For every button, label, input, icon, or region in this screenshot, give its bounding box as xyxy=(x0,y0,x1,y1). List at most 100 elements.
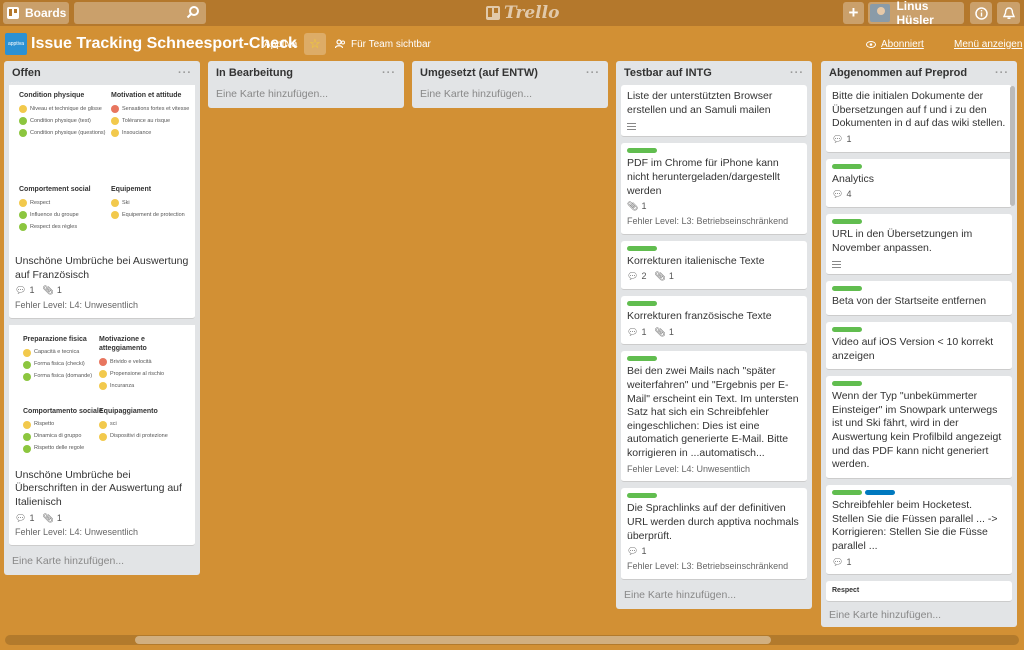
card[interactable]: Korrekturen italienische Texte 💬︎ 2 📎︎ 1 xyxy=(621,240,807,290)
card-title: Korrekturen italienische Texte xyxy=(627,254,765,267)
attachments-badge: 📎︎ 1 xyxy=(654,271,674,282)
card-title: Schreibfehler beim Hocketest. Stellen Si… xyxy=(832,498,998,552)
card-title: Korrekturen französische Texte xyxy=(627,309,772,322)
add-card-link[interactable]: Eine Karte hinzufügen... xyxy=(616,586,812,609)
board-scrollbar[interactable] xyxy=(5,635,1019,645)
board-title[interactable]: Issue Tracking Schneesport-Check xyxy=(31,35,297,53)
comments-badge: 💬︎ 1 xyxy=(832,133,852,144)
card-title: Unschöne Umbrüche bei Überschriften in d… xyxy=(15,468,182,508)
boards-icon xyxy=(7,7,19,19)
card-cover-image: Condition physique Niveau et technique d… xyxy=(9,85,195,251)
card-title: URL in den Übersetzungen im November anp… xyxy=(832,227,973,254)
comments-badge: 💬︎ 1 xyxy=(15,285,35,296)
list-menu-icon[interactable]: ··· xyxy=(178,67,192,79)
list-menu-icon[interactable]: ··· xyxy=(382,67,396,79)
attachments-badge: 📎︎ 1 xyxy=(42,285,62,296)
list-header[interactable]: Offen ··· xyxy=(4,61,200,85)
user-name: Linus Hüsler xyxy=(896,0,934,27)
star-icon: ☆ xyxy=(309,36,321,51)
card[interactable]: Analytics 💬︎ 4 xyxy=(826,158,1012,208)
team-icon xyxy=(335,39,345,49)
card[interactable]: Respect xyxy=(826,581,1012,603)
label-green xyxy=(832,218,862,224)
visibility-button[interactable]: Für Team sichtbar xyxy=(330,34,436,54)
card[interactable]: Schreibfehler beim Hocketest. Stellen Si… xyxy=(826,484,1012,576)
info-button[interactable] xyxy=(970,2,992,24)
card[interactable]: Beta von der Startseite entfernen xyxy=(826,281,1012,316)
card[interactable]: Preparazione fisica Capacità e tecnica F… xyxy=(9,324,195,546)
attachments-badge: 📎︎ 1 xyxy=(627,201,647,212)
star-button[interactable]: ☆ xyxy=(304,33,326,55)
trello-logo[interactable]: Trello xyxy=(486,3,559,23)
trello-logo-icon xyxy=(486,6,500,20)
user-menu-button[interactable]: Linus Hüsler xyxy=(868,0,964,27)
comments-badge: 💬︎ 1 xyxy=(832,556,852,567)
card[interactable]: URL in den Übersetzungen im November anp… xyxy=(826,213,1012,276)
card[interactable]: Liste der unterstützten Browser erstelle… xyxy=(621,85,807,138)
list-header[interactable]: In Bearbeitung ··· xyxy=(208,61,404,85)
card[interactable]: Bei den zwei Mails nach "später weiterfa… xyxy=(621,351,807,483)
comment-icon: 💬︎ xyxy=(832,556,844,567)
boards-button[interactable]: Boards xyxy=(3,2,69,24)
custom-field: Fehler Level: L3: Betriebseinschränkend xyxy=(627,215,789,226)
list-scrollbar[interactable] xyxy=(1010,86,1015,206)
card[interactable]: Die Sprachlinks auf der definitiven URL … xyxy=(621,488,807,580)
label-green xyxy=(832,381,862,387)
card[interactable]: Bitte die initialen Dokumente der Überse… xyxy=(826,85,1012,153)
card[interactable]: PDF im Chrome für iPhone kann nicht heru… xyxy=(621,143,807,235)
list-title: Testbar auf INTG xyxy=(624,67,712,79)
label-green xyxy=(627,493,657,499)
comments-badge: 💬︎ 1 xyxy=(627,546,647,557)
info-icon xyxy=(974,6,988,20)
label-green xyxy=(627,148,657,154)
boards-label: Boards xyxy=(25,6,67,20)
description-icon xyxy=(832,261,841,269)
visibility-label: Für Team sichtbar xyxy=(351,38,431,50)
list-menu-icon[interactable]: ··· xyxy=(586,67,600,79)
card-title: Bei den zwei Mails nach "später weiterfa… xyxy=(627,365,799,460)
eye-icon xyxy=(866,40,876,48)
add-button[interactable]: + xyxy=(843,2,864,24)
team-logo: apptiva xyxy=(5,33,27,55)
scrollbar-thumb[interactable] xyxy=(135,636,771,644)
card[interactable]: Video auf iOS Version < 10 korrekt anzei… xyxy=(826,321,1012,371)
label-green xyxy=(627,245,657,251)
list-header[interactable]: Testbar auf INTG ··· xyxy=(616,61,812,85)
list-menu-icon[interactable]: ··· xyxy=(790,67,804,79)
card[interactable]: Wenn der Typ "unbekümmerter Einsteiger" … xyxy=(826,376,1012,479)
list-abgenommen-preprod: Abgenommen auf Preprod ··· Bitte die ini… xyxy=(821,61,1017,627)
label-blue xyxy=(865,489,895,495)
comments-badge: 💬︎ 2 xyxy=(627,271,647,282)
card-title: Die Sprachlinks auf der definitiven URL … xyxy=(627,502,799,542)
card[interactable]: Condition physique Niveau et technique d… xyxy=(9,85,195,319)
notifications-button[interactable] xyxy=(997,2,1020,24)
card[interactable]: Korrekturen französische Texte 💬︎ 1 📎︎ 1 xyxy=(621,295,807,346)
add-card-link[interactable]: Eine Karte hinzufügen... xyxy=(412,85,608,108)
subscribed-label: Abonniert xyxy=(881,38,924,50)
label-green xyxy=(832,489,862,495)
add-card-link[interactable]: Eine Karte hinzufügen... xyxy=(208,85,404,108)
attachments-badge: 📎︎ 1 xyxy=(654,326,674,337)
label-green xyxy=(832,163,862,169)
list-title: In Bearbeitung xyxy=(216,67,294,79)
list-header[interactable]: Abgenommen auf Preprod ··· xyxy=(821,61,1017,85)
list-title: Offen xyxy=(12,67,41,79)
card-title: PDF im Chrome für iPhone kann nicht heru… xyxy=(627,157,780,197)
show-menu-button[interactable]: Menü anzeigen xyxy=(954,34,1022,54)
card-title: Unschöne Umbrüche bei Auswertung auf Fra… xyxy=(15,255,189,281)
list-header[interactable]: Umgesetzt (auf ENTW) ··· xyxy=(412,61,608,85)
add-card-link[interactable]: Eine Karte hinzufügen... xyxy=(821,606,1017,627)
search-input[interactable] xyxy=(74,2,206,24)
comment-icon: 💬︎ xyxy=(627,271,639,282)
list-title: Abgenommen auf Preprod xyxy=(829,67,968,79)
custom-field: Fehler Level: L3: Betriebseinschränkend xyxy=(627,561,789,572)
subscribed-button[interactable]: Abonniert xyxy=(866,34,924,54)
card-cover-image: Preparazione fisica Capacità e tecnica F… xyxy=(9,324,195,465)
card-scroll-area[interactable]: Bitte die initialen Dokumente der Überse… xyxy=(821,85,1017,606)
paperclip-icon: 📎︎ xyxy=(42,512,54,523)
attachments-badge: 📎︎ 1 xyxy=(42,512,62,523)
add-card-link[interactable]: Eine Karte hinzufügen... xyxy=(4,552,200,575)
comment-icon: 💬︎ xyxy=(627,546,639,557)
list-menu-icon[interactable]: ··· xyxy=(995,67,1009,79)
team-name-button[interactable]: Apptiva xyxy=(258,34,303,54)
